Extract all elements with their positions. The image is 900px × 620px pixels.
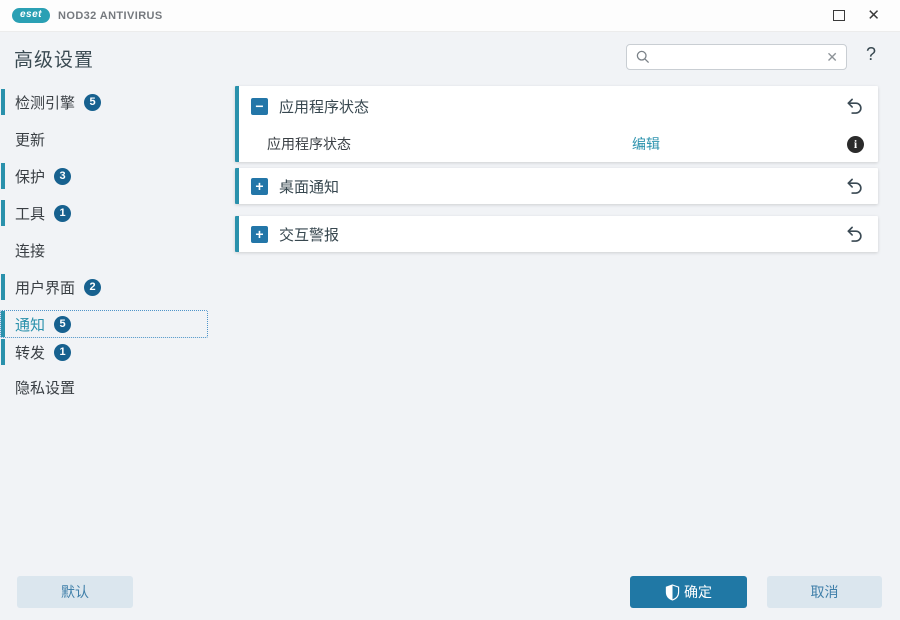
eset-settings-window: eset NOD32 ANTIVIRUS ✕ 高级设置 ✕ ? 检测引擎 5 更…	[0, 0, 900, 620]
default-button[interactable]: 默认	[17, 576, 133, 608]
panel-header-desktop-notifications[interactable]: + 桌面通知	[239, 168, 878, 204]
page-title: 高级设置	[14, 45, 94, 72]
revert-icon[interactable]	[845, 177, 864, 196]
sidebar-item-label: 转发	[15, 342, 45, 363]
collapse-icon[interactable]: −	[251, 98, 268, 115]
sidebar-item-connectivity[interactable]: 连接	[0, 236, 208, 264]
titlebar: eset NOD32 ANTIVIRUS ✕	[0, 0, 900, 32]
sidebar-item-label: 隐私设置	[15, 377, 75, 398]
search-icon	[635, 49, 651, 65]
product-name: NOD32 ANTIVIRUS	[58, 10, 163, 22]
sidebar-item-label: 工具	[15, 203, 45, 224]
ok-button-label: 确定	[684, 582, 712, 602]
cancel-button-label: 取消	[811, 582, 839, 602]
help-icon[interactable]: ?	[860, 44, 882, 65]
sidebar-item-detection-engine[interactable]: 检测引擎 5	[0, 88, 208, 116]
sidebar-item-tools[interactable]: 工具 1	[0, 199, 208, 227]
maximize-icon[interactable]	[833, 10, 845, 21]
clear-search-icon[interactable]: ✕	[820, 50, 838, 64]
count-badge: 1	[54, 344, 71, 361]
panel-title: 交互警报	[279, 224, 339, 245]
close-icon[interactable]: ✕	[867, 8, 880, 23]
window-controls: ✕	[833, 8, 900, 23]
expand-icon[interactable]: +	[251, 178, 268, 195]
panel-application-statuses: − 应用程序状态 应用程序状态 编辑 i	[235, 86, 878, 162]
sidebar-item-update[interactable]: 更新	[0, 125, 208, 153]
count-badge: 1	[54, 205, 71, 222]
sidebar-item-label: 更新	[15, 129, 45, 150]
eset-logo: eset	[12, 8, 50, 23]
count-badge: 5	[84, 94, 101, 111]
search-box[interactable]: ✕	[626, 44, 847, 70]
sidebar-item-user-interface[interactable]: 用户界面 2	[0, 273, 208, 301]
panel-desktop-notifications: + 桌面通知	[235, 168, 878, 204]
revert-icon[interactable]	[845, 97, 864, 116]
panel-title: 桌面通知	[279, 176, 339, 197]
sidebar-item-label: 连接	[15, 240, 45, 261]
sidebar-item-label: 检测引擎	[15, 92, 75, 113]
panel-title: 应用程序状态	[279, 96, 369, 117]
sidebar-item-forwarding[interactable]: 转发 1	[0, 338, 208, 366]
sidebar-item-label: 用户界面	[15, 277, 75, 298]
sidebar: 检测引擎 5 更新 保护 3 工具 1 连接 用户界面 2 通知 5 转发 1	[0, 88, 208, 410]
expand-icon[interactable]: +	[251, 226, 268, 243]
settings-panels: − 应用程序状态 应用程序状态 编辑 i + 桌面通知	[235, 86, 878, 258]
count-badge: 2	[84, 279, 101, 296]
setting-label: 应用程序状态	[267, 134, 632, 154]
revert-icon[interactable]	[845, 225, 864, 244]
count-badge: 3	[54, 168, 71, 185]
ok-button[interactable]: 确定	[630, 576, 747, 608]
panel-header-application-statuses[interactable]: − 应用程序状态	[239, 86, 878, 126]
edit-link[interactable]: 编辑	[632, 134, 660, 154]
count-badge: 5	[54, 316, 71, 333]
sidebar-item-privacy-settings[interactable]: 隐私设置	[0, 373, 208, 401]
sidebar-item-notifications[interactable]: 通知 5	[0, 310, 208, 338]
cancel-button[interactable]: 取消	[767, 576, 882, 608]
shield-icon	[665, 584, 680, 601]
panel-interactive-alerts: + 交互警报	[235, 216, 878, 252]
info-icon[interactable]: i	[847, 136, 864, 153]
sidebar-item-label: 保护	[15, 166, 45, 187]
panel-header-interactive-alerts[interactable]: + 交互警报	[239, 216, 878, 252]
search-input[interactable]	[651, 50, 820, 65]
setting-row-application-statuses: 应用程序状态 编辑 i	[239, 126, 878, 162]
sidebar-item-label: 通知	[15, 314, 45, 335]
sidebar-item-protection[interactable]: 保护 3	[0, 162, 208, 190]
default-button-label: 默认	[61, 582, 89, 602]
